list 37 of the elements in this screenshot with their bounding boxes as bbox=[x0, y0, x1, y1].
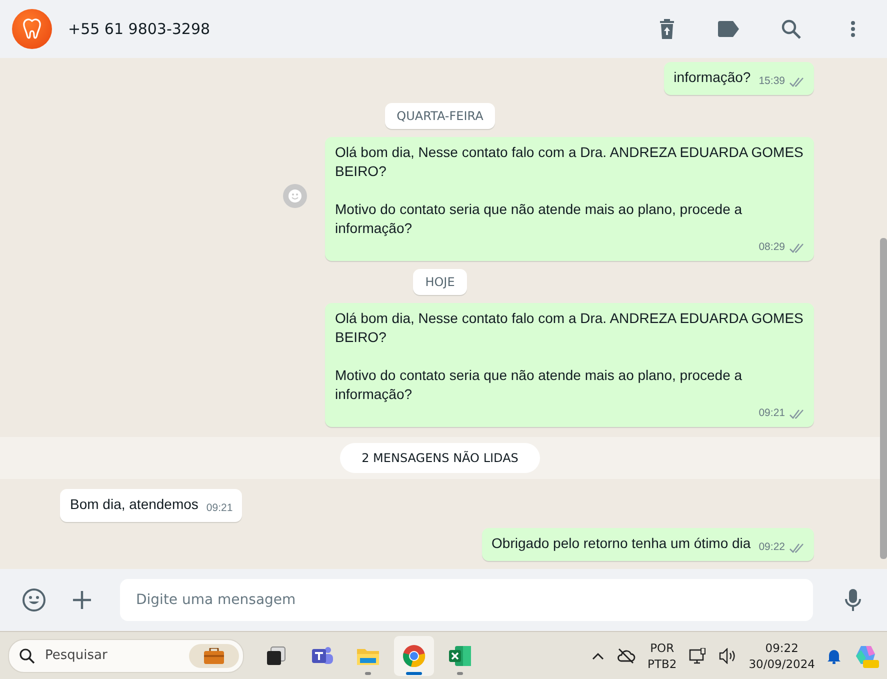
unread-count-label: 2 MENSAGENS NÃO LIDAS bbox=[340, 443, 540, 473]
contact-name: +55 61 9803-3298 bbox=[68, 20, 212, 38]
message-input[interactable]: Digite uma mensagem bbox=[120, 579, 813, 621]
taskbar-search-field[interactable]: Pesquisar bbox=[43, 647, 181, 664]
bell-icon[interactable] bbox=[827, 648, 841, 664]
message-time: 15:39 bbox=[758, 74, 785, 89]
network-monitor-icon[interactable] bbox=[688, 648, 707, 664]
chrome-logo-icon bbox=[402, 644, 426, 668]
scrollbar-thumb[interactable] bbox=[880, 238, 887, 559]
briefcase-icon bbox=[189, 644, 239, 668]
keyboard-language[interactable]: POR PTB2 bbox=[648, 640, 677, 672]
smiley-icon bbox=[288, 189, 302, 203]
double-check-icon bbox=[789, 542, 805, 552]
search-icon bbox=[19, 648, 35, 664]
message-time: 08:29 bbox=[758, 240, 785, 255]
message-text: informação? bbox=[674, 68, 751, 87]
double-check-icon bbox=[789, 76, 805, 86]
double-check-icon bbox=[789, 242, 805, 252]
overlapping-windows-icon bbox=[265, 644, 287, 666]
chevron-up-icon[interactable] bbox=[592, 652, 604, 660]
message-text: Bom dia, atendemos bbox=[70, 495, 198, 514]
date-separator: HOJE bbox=[413, 269, 467, 295]
spreadsheet-icon bbox=[448, 644, 472, 666]
speaker-icon[interactable] bbox=[718, 648, 737, 664]
cloud-off-icon[interactable] bbox=[616, 648, 636, 664]
clock[interactable]: 09:22 30/09/2024 bbox=[748, 640, 815, 672]
message-time: 09:21 bbox=[758, 406, 785, 421]
double-check-icon bbox=[789, 408, 805, 418]
teams-icon bbox=[310, 644, 334, 666]
date-separator: QUARTA-FEIRA bbox=[384, 103, 496, 129]
taskbar-search-box[interactable]: Pesquisar bbox=[8, 638, 244, 672]
message-text: Olá bom dia, Nesse contato falo com a Dra. ANDREZA EDUARDA GOMES BEIRO? Motivo do contato seria que não atende mais ao plano, procede a informação? bbox=[335, 143, 804, 238]
message-time: 09:21 bbox=[206, 501, 233, 516]
contact-avatar[interactable] bbox=[12, 9, 52, 49]
message-time: 09:22 bbox=[758, 540, 785, 555]
message-text: Olá bom dia, Nesse contato falo com a Dra. ANDREZA EDUARDA GOMES BEIRO? Motivo do contato seria que não atende mais ao plano, procede a informação? bbox=[335, 309, 804, 404]
message-text: Obrigado pelo retorno tenha um ótimo dia bbox=[492, 534, 751, 553]
